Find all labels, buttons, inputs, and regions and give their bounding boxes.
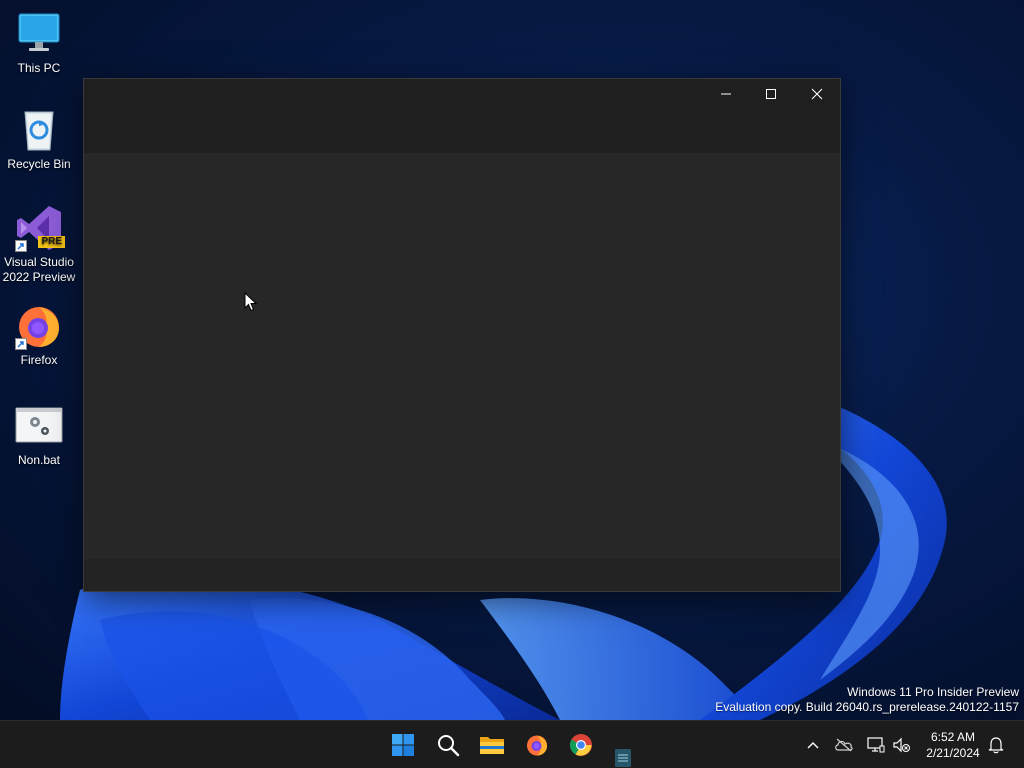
monitor-icon (15, 10, 63, 58)
visual-studio-icon: PRE (15, 204, 65, 252)
file-explorer-button[interactable] (476, 729, 508, 761)
search-icon (438, 735, 460, 757)
search-button[interactable] (432, 729, 464, 761)
start-button[interactable] (387, 729, 419, 761)
preview-badge: PRE (38, 236, 65, 248)
recycle-bin-icon (15, 106, 63, 154)
chrome-taskbar-button[interactable] (565, 729, 597, 761)
desktop-icon-this-pc[interactable]: This PC (2, 10, 76, 76)
chrome-icon (570, 734, 592, 756)
notepad-taskbar-button[interactable] (607, 747, 639, 767)
desktop-icon-non-bat[interactable]: Non.bat (2, 402, 76, 468)
batch-file-icon (15, 402, 63, 450)
notification-icon (988, 737, 1004, 754)
firefox-icon (527, 735, 547, 756)
evaluation-watermark: Windows 11 Pro Insider Preview Evaluatio… (715, 685, 1019, 715)
file-explorer-icon (480, 737, 504, 754)
app-window[interactable] (83, 78, 841, 592)
maximize-button[interactable] (748, 79, 794, 109)
clock-time: 6:52 AM (930, 730, 976, 744)
desktop-icon-label: Recycle Bin (7, 157, 71, 171)
firefox-taskbar-button[interactable] (521, 729, 553, 761)
shortcut-arrow-icon (15, 240, 27, 252)
desktop-icon-label: Non.bat (17, 453, 61, 467)
watermark-line-2: Evaluation copy. Build 26040.rs_prerelea… (715, 700, 1019, 714)
desktop-icon-label: Visual Studio 2022 Preview (2, 255, 76, 284)
notification-center-button[interactable] (986, 735, 1006, 755)
window-footer (84, 559, 840, 591)
close-button[interactable] (794, 79, 840, 109)
start-icon (392, 734, 414, 756)
notepad-icon (615, 749, 631, 767)
desktop-icon-visual-studio[interactable]: PRE Visual Studio 2022 Preview (2, 204, 76, 285)
shortcut-arrow-icon (15, 338, 27, 350)
desktop-icon-firefox[interactable]: Firefox (2, 302, 76, 368)
close-icon (811, 88, 823, 100)
onedrive-icon (835, 738, 853, 752)
minimize-button[interactable] (703, 79, 749, 109)
show-hidden-icons-button[interactable] (803, 735, 823, 755)
desktop-icon-label: Firefox (20, 353, 58, 367)
volume-muted-icon (893, 737, 910, 753)
mouse-cursor-icon (244, 291, 258, 317)
maximize-icon (766, 89, 776, 99)
window-titlebar[interactable] (84, 79, 840, 153)
desktop-icon-recycle-bin[interactable]: Recycle Bin (2, 106, 76, 172)
clock-date: 2/21/2024 (926, 746, 980, 760)
minimize-icon (721, 93, 731, 95)
window-content[interactable] (84, 153, 840, 559)
desktop-icon-label: This PC (17, 61, 61, 75)
watermark-line-1: Windows 11 Pro Insider Preview (847, 685, 1019, 699)
taskbar-clock[interactable]: 6:52 AM 2/21/2024 (916, 729, 990, 761)
taskbar: 6:52 AM 2/21/2024 (0, 720, 1024, 768)
network-icon (867, 737, 885, 753)
onedrive-button[interactable] (834, 735, 854, 755)
volume-button[interactable] (891, 735, 911, 755)
chevron-up-icon (807, 742, 819, 749)
network-button[interactable] (866, 735, 886, 755)
firefox-icon (15, 302, 63, 350)
